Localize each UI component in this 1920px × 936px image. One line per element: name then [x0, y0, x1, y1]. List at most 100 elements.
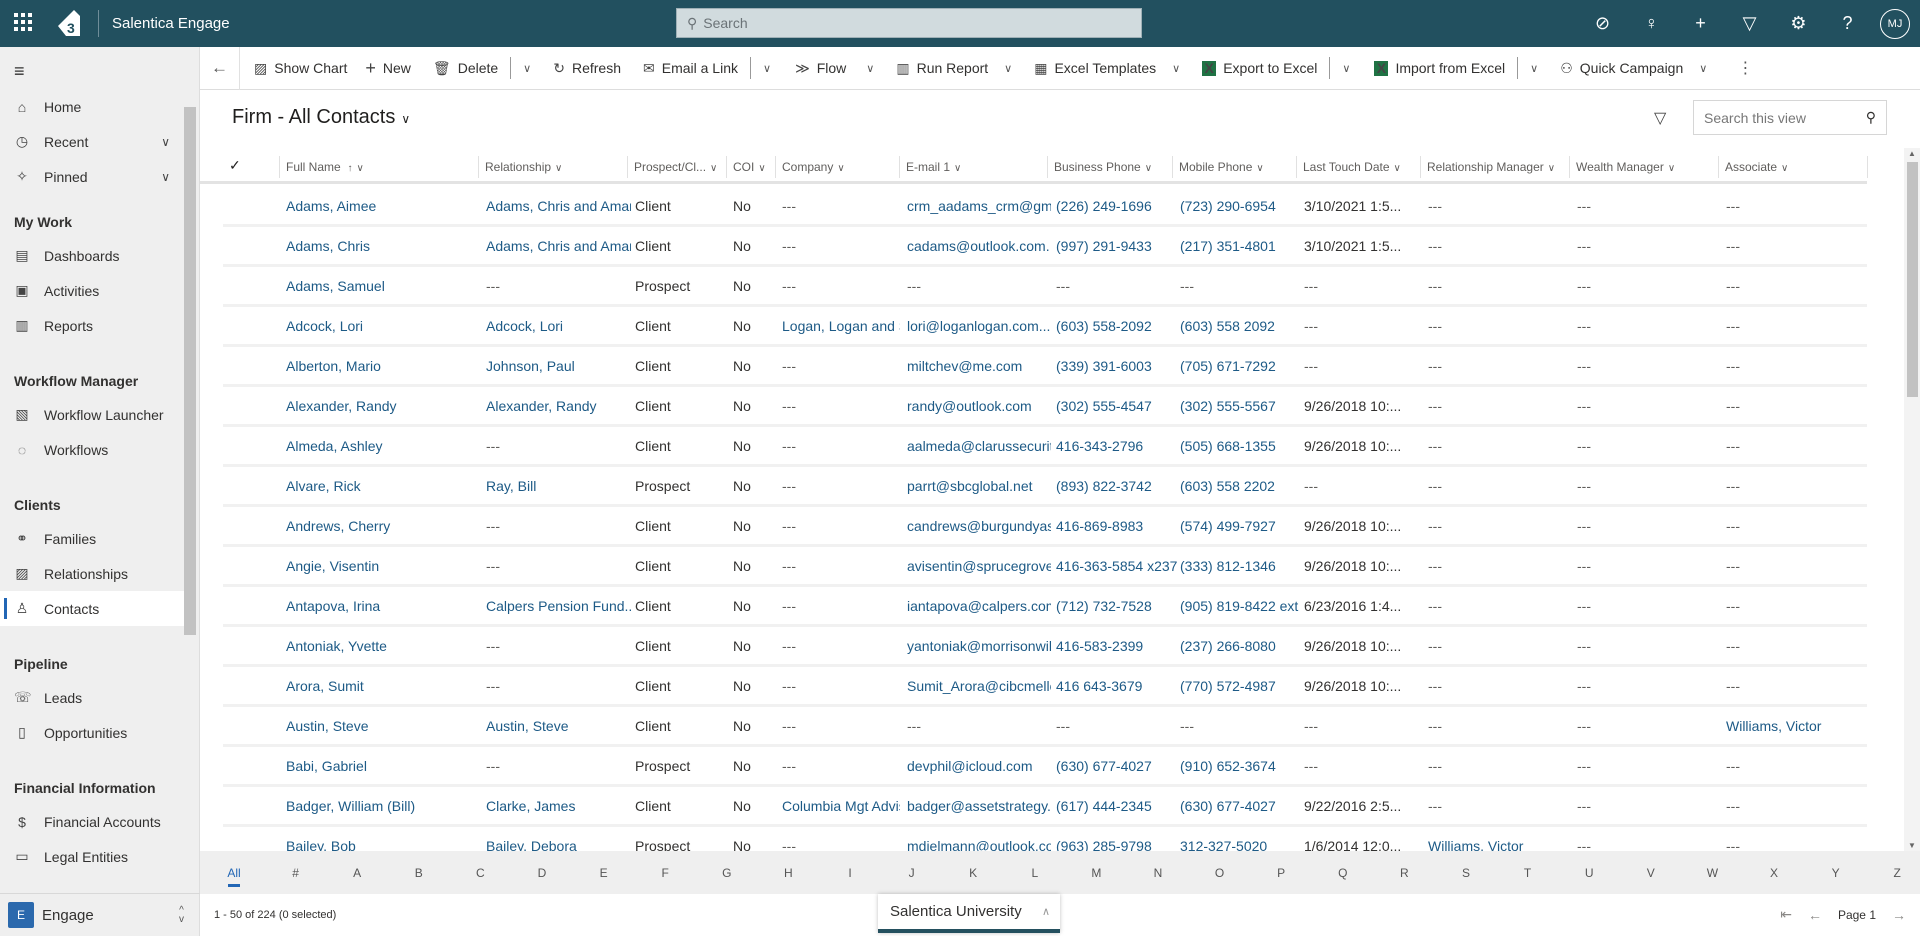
cell-mobile-phone[interactable]: (603) 558 2092	[1180, 318, 1302, 334]
more-commands-icon[interactable]: ⋮	[1737, 58, 1753, 78]
cell-relationship[interactable]: Ray, Bill	[486, 478, 631, 494]
column-header-e-mail-1[interactable]: E-mail 1 ∨	[899, 156, 1047, 178]
sidebar-item-relationships[interactable]: ▨ Relationships	[0, 556, 184, 591]
alphabet-filter-p[interactable]: P	[1271, 866, 1291, 880]
alphabet-filter-n[interactable]: N	[1148, 866, 1168, 880]
chevron-down-icon[interactable]: ∨	[161, 170, 170, 184]
cell-relationship[interactable]: Johnson, Paul	[486, 358, 631, 374]
cell-business-phone[interactable]: (712) 732-7528	[1056, 598, 1178, 614]
cell-e-mail-1[interactable]: yantoniak@morrisonwilliams.com	[907, 638, 1051, 654]
delete-button[interactable]: 🗑 Delete	[433, 60, 498, 77]
first-page-icon[interactable]: ⇤	[1780, 906, 1792, 923]
column-header-last-touch-date[interactable]: Last Touch Date ∨	[1296, 156, 1420, 178]
import-excel-button[interactable]: X Import from Excel	[1374, 60, 1505, 76]
run-report-chevron-icon[interactable]: ∨	[1004, 62, 1012, 75]
table-row[interactable]: Adcock, Lori Adcock, Lori Client No Logan, L…	[223, 307, 1867, 347]
filter-icon[interactable]: ▽	[1654, 108, 1666, 128]
alphabet-filter-l[interactable]: L	[1025, 866, 1045, 880]
cell-business-phone[interactable]: (603) 558-2092	[1056, 318, 1178, 334]
alphabet-filter-m[interactable]: M	[1086, 866, 1106, 880]
column-header-business-phone[interactable]: Business Phone ∨	[1047, 156, 1172, 178]
alphabet-filter-k[interactable]: K	[963, 866, 983, 880]
sidebar-item-families[interactable]: ⚭ Families	[0, 521, 184, 556]
cell-relationship[interactable]: Calpers Pension Fund...	[486, 598, 631, 614]
alphabet-filter-y[interactable]: Y	[1826, 866, 1846, 880]
cell-e-mail-1[interactable]: cadams@outlook.com.	[907, 238, 1051, 254]
cell-full-name[interactable]: Angie, Visentin	[286, 558, 476, 574]
cell-business-phone[interactable]: (226) 249-1696	[1056, 198, 1178, 214]
alphabet-filter-j[interactable]: J	[902, 866, 922, 880]
email-link-button[interactable]: ✉ Email a Link	[643, 60, 738, 77]
chevron-down-icon[interactable]: ∨	[161, 135, 170, 149]
quick-campaign-button[interactable]: ⚇ Quick Campaign	[1560, 60, 1683, 77]
column-header-coi[interactable]: COI ∨	[726, 156, 775, 178]
alphabet-filter-b[interactable]: B	[409, 866, 429, 880]
sidebar-item-dashboards[interactable]: ▤ Dashboards	[0, 238, 184, 273]
cell-business-phone[interactable]: (893) 822-3742	[1056, 478, 1178, 494]
table-row[interactable]: Badger, William (Bill) Clarke, James Clien…	[223, 787, 1867, 827]
column-header-associate[interactable]: Associate ∨	[1718, 156, 1867, 178]
cell-e-mail-1[interactable]: devphil@icloud.com	[907, 758, 1051, 774]
quick-campaign-chevron-icon[interactable]: ∨	[1699, 62, 1707, 75]
alphabet-filter-v[interactable]: V	[1641, 866, 1661, 880]
table-row[interactable]: Adams, Chris Adams, Chris and AmandaClien…	[223, 227, 1867, 267]
cell-mobile-phone[interactable]: (770) 572-4987	[1180, 678, 1302, 694]
column-header-relationship[interactable]: Relationship ∨	[478, 156, 627, 178]
alphabet-filter-d[interactable]: D	[532, 866, 552, 880]
app-launcher-icon[interactable]	[14, 13, 32, 31]
sidebar-item-legal-entities[interactable]: ▭ Legal Entities	[0, 839, 184, 874]
area-switcher[interactable]: E Engage ^ v	[0, 893, 200, 936]
column-header-company[interactable]: Company ∨	[775, 156, 899, 178]
cell-business-phone[interactable]: (617) 444-2345	[1056, 798, 1178, 814]
cell-business-phone[interactable]: 416-869-8983	[1056, 518, 1178, 534]
cell-relationship[interactable]: Alexander, Randy	[486, 398, 631, 414]
avatar[interactable]: MJ	[1880, 8, 1910, 39]
export-chevron-icon[interactable]: ∨	[1342, 62, 1350, 75]
cell-full-name[interactable]: Austin, Steve	[286, 718, 476, 734]
table-row[interactable]: Bailey, Bob Bailey, Debora Prospect No --- md…	[223, 827, 1867, 851]
cell-e-mail-1[interactable]: badger@assetstrategy.com	[907, 798, 1051, 814]
task-flow-icon[interactable]: ⊘	[1578, 13, 1627, 34]
cell-full-name[interactable]: Antoniak, Yvette	[286, 638, 476, 654]
plus-icon[interactable]: +	[1676, 13, 1725, 34]
cell-e-mail-1[interactable]: parrt@sbcglobal.net	[907, 478, 1051, 494]
cell-mobile-phone[interactable]: (217) 351-4801	[1180, 238, 1302, 254]
cell-business-phone[interactable]: 416-363-5854 x237	[1056, 558, 1178, 574]
alphabet-filter-r[interactable]: R	[1394, 866, 1414, 880]
alphabet-filter-q[interactable]: Q	[1333, 866, 1353, 880]
grid-scrollbar-thumb[interactable]	[1907, 162, 1918, 397]
cell-relationship[interactable]: Austin, Steve	[486, 718, 631, 734]
alphabet-filter-f[interactable]: F	[655, 866, 675, 880]
alphabet-filter-c[interactable]: C	[470, 866, 490, 880]
cell-e-mail-1[interactable]: Sumit_Arora@cibcmellon.com	[907, 678, 1051, 694]
alphabet-filter-o[interactable]: O	[1210, 866, 1230, 880]
cell-full-name[interactable]: Alberton, Mario	[286, 358, 476, 374]
back-button[interactable]: ←	[200, 46, 240, 90]
next-page-icon[interactable]: →	[1892, 907, 1906, 923]
alphabet-filter-u[interactable]: U	[1579, 866, 1599, 880]
cell-mobile-phone[interactable]: (333) 812-1346	[1180, 558, 1302, 574]
alphabet-filter-g[interactable]: G	[717, 866, 737, 880]
email-chevron-icon[interactable]: ∨	[763, 62, 771, 75]
sidebar-item-recent[interactable]: ◷ Recent ∨	[0, 124, 184, 159]
alphabet-filter-i[interactable]: I	[840, 866, 860, 880]
table-row[interactable]: Austin, Steve Austin, Steve Client No --- ---…	[223, 707, 1867, 747]
table-row[interactable]: Alberton, Mario Johnson, Paul Client No --- m…	[223, 347, 1867, 387]
global-search-input[interactable]: ⚲ Search	[676, 8, 1142, 38]
cell-full-name[interactable]: Adams, Samuel	[286, 278, 476, 294]
sidebar-item-activities[interactable]: ▣ Activities	[0, 273, 184, 308]
table-row[interactable]: Adams, Samuel --- Prospect No --- --- --- --- --…	[223, 267, 1867, 307]
cell-e-mail-1[interactable]: aalmeda@clarussecurities.com	[907, 438, 1051, 454]
salentica-university-panel[interactable]: Salentica University ∧	[878, 894, 1060, 933]
table-row[interactable]: Almeda, Ashley --- Client No --- aalmeda@clar…	[223, 427, 1867, 467]
sidebar-item-leads[interactable]: ☏ Leads	[0, 680, 184, 715]
sidebar-scrollbar-thumb[interactable]	[184, 107, 196, 635]
cell-full-name[interactable]: Arora, Sumit	[286, 678, 476, 694]
table-row[interactable]: Arora, Sumit --- Client No --- Sumit_Arora@ci…	[223, 667, 1867, 707]
alphabet-filter-a[interactable]: A	[347, 866, 367, 880]
cell-company[interactable]: Columbia Mgt Advisors	[782, 798, 900, 814]
cell-mobile-phone[interactable]: (574) 499-7927	[1180, 518, 1302, 534]
cell-e-mail-1[interactable]: mdielmann@outlook.com	[907, 838, 1051, 851]
hamburger-menu-icon[interactable]: ≡	[14, 61, 25, 82]
alphabet-filter-h[interactable]: H	[778, 866, 798, 880]
